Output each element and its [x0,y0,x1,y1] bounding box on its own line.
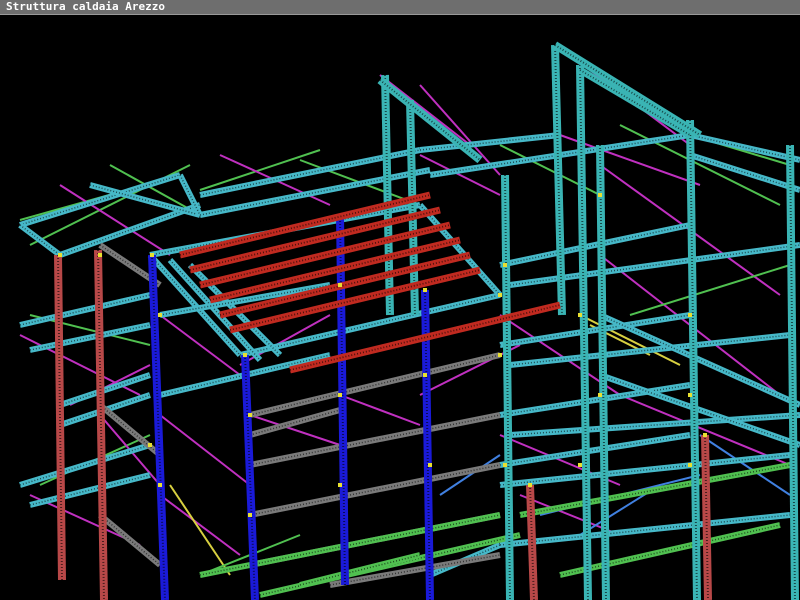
beam-48 [519,462,791,518]
brace-22 [159,414,251,486]
node-15 [338,393,342,397]
3d-viewport[interactable] [0,15,800,600]
node-26 [578,463,582,467]
node-5 [503,263,507,267]
node-10 [598,193,602,197]
roof-beam-5 [229,266,481,334]
brace-40 [169,484,231,576]
brace-29 [379,74,471,146]
brace-14 [629,264,791,316]
column-15 [786,144,799,600]
beam-9 [689,132,800,163]
window-title: Struttura caldaia Arezzo [6,0,165,13]
node-25 [428,463,432,467]
brace-25 [339,394,421,426]
node-14 [248,413,252,417]
node-17 [498,353,502,357]
node-21 [158,313,162,317]
node-3 [423,288,427,292]
node-18 [503,463,507,467]
node-6 [578,313,582,317]
node-2 [338,283,342,287]
node-19 [528,483,532,487]
node-27 [688,463,692,467]
node-20 [703,433,707,437]
node-9 [98,253,102,257]
node-12 [688,393,692,397]
node-16 [423,373,427,377]
node-0 [150,253,154,257]
node-24 [338,483,342,487]
node-13 [148,443,152,447]
app-window: Struttura caldaia Arezzo [0,0,800,600]
brace-23 [159,494,241,556]
steel-structure-model[interactable] [0,15,800,600]
title-bar[interactable]: Struttura caldaia Arezzo [0,0,800,15]
node-4 [498,293,502,297]
node-22 [158,483,162,487]
node-23 [248,513,252,517]
node-8 [58,253,62,257]
node-7 [688,313,692,317]
node-11 [598,393,602,397]
node-1 [243,353,247,357]
